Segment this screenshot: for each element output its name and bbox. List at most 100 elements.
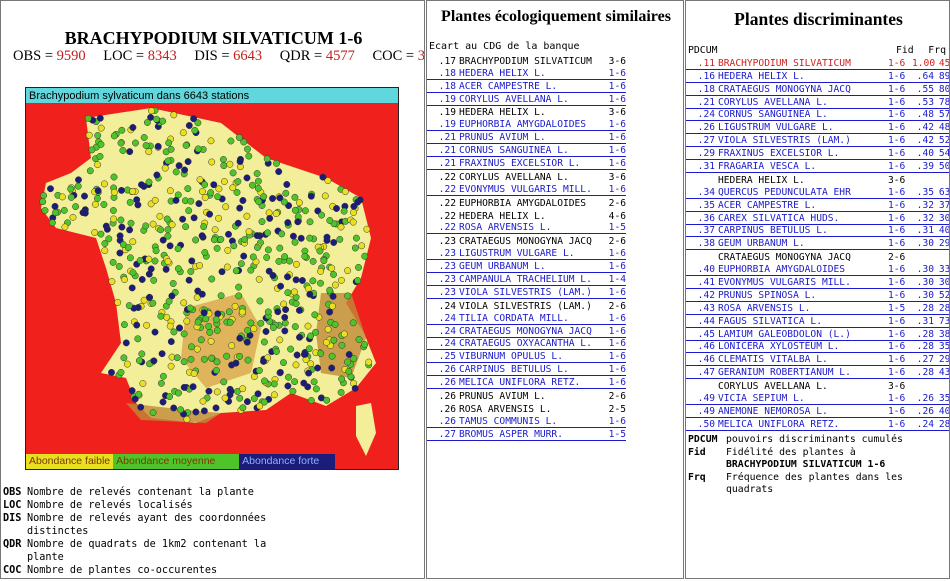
similar-plant-link[interactable]: .23 LIGUSTRUM VULGARE L. 1-6	[427, 248, 626, 261]
discriminant-plant-link[interactable]: .34QUERCUS PEDUNCULATA EHR 1-6 .35 6336	[686, 187, 949, 199]
discriminant-row[interactable]: .44FAGUS SILVATICA L. 1-6 .31 7393	[686, 315, 949, 328]
discriminant-plant-link[interactable]: .16HEDERA HELIX L. 1-6 .64 8924	[686, 71, 949, 83]
similar-row[interactable]: .19 EUPHORBIA AMYGDALOIDES 1-6	[427, 118, 683, 132]
similar-plant-link[interactable]: .23 GEUM URBANUM L. 1-6	[427, 261, 626, 274]
discriminant-plant-link[interactable]: .47GERANIUM ROBERTIANUM L. 1-6 .28 4349	[686, 367, 949, 380]
discriminant-plant-link[interactable]: .40EUPHORBIA AMYGDALOIDES 1-6 .30 3392	[686, 264, 949, 277]
similar-row[interactable]: .21 CORNUS SANGUINEA L. 1-6	[427, 144, 683, 158]
similar-plant-link[interactable]: .25 VIBURNUM OPULUS L. 1-6	[427, 351, 626, 364]
discriminant-row[interactable]: .45LAMIUM GALEOBDOLON (L.) 1-6 .28 3898	[686, 328, 949, 341]
discriminant-row[interactable]: .16HEDERA HELIX L. 1-6 .64 8924	[686, 70, 949, 83]
discriminant-plant-link[interactable]: .18CRATAEGUS MONOGYNA JACQ 1-6 .55 8007	[686, 84, 949, 96]
similar-plant-link[interactable]: .21 CORNUS SANGUINEA L. 1-6	[427, 145, 626, 158]
similar-plant-link[interactable]: .19 CORYLUS AVELLANA L. 1-6	[427, 94, 626, 106]
discriminant-plant-link[interactable]: .50MELICA UNIFLORA RETZ. 1-6 .24 2837	[686, 419, 949, 431]
discriminant-plant-link[interactable]: .11BRACHYPODIUM SILVATICUM 1-6 1.004577	[686, 58, 949, 70]
discriminant-plant-link[interactable]: .26LIGUSTRUM VULGARE L. 1-6 .42 4890	[686, 122, 949, 135]
similar-plant-link[interactable]: .26 CARPINUS BETULUS L. 1-6	[427, 364, 626, 377]
discriminant-row[interactable]: .49VICIA SEPIUM L. 1-6 .26 3571	[686, 392, 949, 406]
discriminant-pdcum	[686, 381, 718, 392]
discriminant-pdcum: .45	[697, 328, 715, 340]
discriminant-plant-link[interactable]: .46LONICERA XYLOSTEUM L. 1-6 .28 3549	[686, 341, 949, 354]
discriminant-row[interactable]: .36CAREX SILVATICA HUDS. 1-6 .32 3085	[686, 212, 949, 225]
discriminant-plant-link[interactable]: .21CORYLUS AVELLANA L. 1-6 .53 7884	[686, 97, 949, 109]
discriminant-plant-link[interactable]: .31FRAGARIA VESCA L. 1-6 .39 5034	[686, 161, 949, 174]
similar-row[interactable]: .24 TILIA CORDATA MILL. 1-6	[427, 312, 683, 325]
discriminant-row[interactable]: .21CORYLUS AVELLANA L. 1-6 .53 7884	[686, 96, 949, 109]
discriminant-row[interactable]: .38GEUM URBANUM L. 1-6 .30 2904	[686, 237, 949, 251]
discriminant-plant-link[interactable]: .27VIOLA SILVESTRIS (LAM.) 1-6 .42 5268	[686, 135, 949, 148]
similar-row[interactable]: .25 VIBURNUM OPULUS L. 1-6	[427, 350, 683, 364]
discriminant-plant-link[interactable]: .42PRUNUS SPINOSA L. 1-6 .30 5211	[686, 290, 949, 302]
discriminant-fid: .40	[916, 148, 934, 160]
discriminant-row[interactable]: .42PRUNUS SPINOSA L. 1-6 .30 5211	[686, 289, 949, 302]
discriminant-row[interactable]: .46CLEMATIS VITALBA L. 1-6 .27 2941	[686, 353, 949, 367]
discriminant-row[interactable]: .50MELICA UNIFLORA RETZ. 1-6 .24 2837	[686, 418, 949, 431]
similar-row[interactable]: .26 TAMUS COMMUNIS L. 1-6	[427, 415, 683, 428]
similar-plant-link[interactable]: .23 VIOLA SILVESTRIS (LAM.) 1-6	[427, 287, 626, 299]
similar-plant-link[interactable]: .22 EVONYMUS VULGARIS MILL. 1-6	[427, 184, 626, 196]
similar-row[interactable]: .26 MELICA UNIFLORA RETZ. 1-6	[427, 376, 683, 390]
discriminant-row[interactable]: .40EUPHORBIA AMYGDALOIDES 1-6 .30 3392	[686, 263, 949, 277]
similar-row[interactable]: .21 FRAXINUS EXCELSIOR L. 1-6	[427, 157, 683, 171]
discriminant-plant-link[interactable]: .43ROSA ARVENSIS L. 1-5 .28 2824	[686, 303, 949, 315]
discriminant-row[interactable]: .49ANEMONE NEMOROSA L. 1-6 .26 4010	[686, 405, 949, 418]
similar-plant-link[interactable]: .24 CRATAEGUS OXYACANTHA L. 1-6	[427, 338, 626, 351]
discriminant-row[interactable]: .43ROSA ARVENSIS L. 1-5 .28 2824	[686, 302, 949, 315]
similar-row[interactable]: .24 CRATAEGUS MONOGYNA JACQ 1-6	[427, 325, 683, 338]
discriminant-row[interactable]: .35ACER CAMPESTRE L. 1-6 .32 3780	[686, 199, 949, 212]
similar-plant-link[interactable]: .18 HEDERA HELIX L. 1-6	[427, 68, 626, 80]
discriminant-plant-link[interactable]: .46CLEMATIS VITALBA L. 1-6 .27 2941	[686, 354, 949, 367]
discriminant-row[interactable]: .11BRACHYPODIUM SILVATICUM 1-6 1.004577	[686, 57, 949, 70]
discriminant-plant-link[interactable]: .35ACER CAMPESTRE L. 1-6 .32 3780	[686, 200, 949, 212]
discriminant-row[interactable]: .26LIGUSTRUM VULGARE L. 1-6 .42 4890	[686, 121, 949, 135]
similar-row[interactable]: .22 EVONYMUS VULGARIS MILL. 1-6	[427, 183, 683, 196]
similar-row[interactable]: .24 CRATAEGUS OXYACANTHA L. 1-6	[427, 338, 683, 351]
discriminant-row[interactable]: .29FRAXINUS EXCELSIOR L. 1-6 .40 5486	[686, 147, 949, 161]
discriminant-row[interactable]: .24CORNUS SANGUINEA L. 1-6 .48 5722	[686, 109, 949, 122]
similar-row[interactable]: .21 PRUNUS AVIUM L. 1-6	[427, 131, 683, 145]
discriminant-plant-link[interactable]: .36CAREX SILVATICA HUDS. 1-6 .32 3085	[686, 213, 949, 225]
similar-row[interactable]: .23 LIGUSTRUM VULGARE L. 1-6	[427, 247, 683, 261]
similar-plant-link[interactable]: .27 BROMUS ASPER MURR. 1-5	[427, 429, 626, 441]
occurrence-dot	[237, 260, 245, 268]
discriminant-plant-link[interactable]: .45LAMIUM GALEOBDOLON (L.) 1-6 .28 3898	[686, 328, 949, 341]
discriminant-row[interactable]: .37CARPINUS BETULUS L. 1-6 .31 4099	[686, 225, 949, 238]
similar-row[interactable]: .22 ROSA ARVENSIS L. 1-5	[427, 222, 683, 235]
similar-row[interactable]: .23 GEUM URBANUM L. 1-6	[427, 260, 683, 274]
similar-row[interactable]: .19 CORYLUS AVELLANA L. 1-6	[427, 93, 683, 106]
similar-plant-link[interactable]: .23 CAMPANULA TRACHELIUM L. 1-4	[427, 274, 626, 287]
discriminant-plant-link[interactable]: .24CORNUS SANGUINEA L. 1-6 .48 5722	[686, 109, 949, 122]
discriminant-row[interactable]: .18CRATAEGUS MONOGYNA JACQ 1-6 .55 8007	[686, 83, 949, 96]
similar-plant-link[interactable]: .18 ACER CAMPESTRE L. 1-6	[427, 81, 626, 93]
similar-plant-link[interactable]: .21 FRAXINUS EXCELSIOR L. 1-6	[427, 158, 626, 171]
similar-row[interactable]: .26 CARPINUS BETULUS L. 1-6	[427, 363, 683, 377]
discriminant-plant-link[interactable]: .41EVONYMUS VULGARIS MILL. 1-6 .30 3092	[686, 277, 949, 290]
discriminant-row[interactable]: .46LONICERA XYLOSTEUM L. 1-6 .28 3549	[686, 341, 949, 354]
discriminant-plant-link[interactable]: .29FRAXINUS EXCELSIOR L. 1-6 .40 5486	[686, 148, 949, 161]
similar-row[interactable]: .18 HEDERA HELIX L. 1-6	[427, 67, 683, 80]
similar-plant-link[interactable]: .26 MELICA UNIFLORA RETZ. 1-6	[427, 377, 626, 390]
similar-plant-link[interactable]: .24 TILIA CORDATA MILL. 1-6	[427, 313, 626, 325]
similar-row[interactable]: .18 ACER CAMPESTRE L. 1-6	[427, 80, 683, 93]
similar-plant-link[interactable]: .19 EUPHORBIA AMYGDALOIDES 1-6	[427, 119, 626, 132]
similar-plant-link[interactable]: .22 ROSA ARVENSIS L. 1-5	[427, 222, 626, 235]
occurrence-dot	[239, 404, 247, 412]
similar-row[interactable]: .23 CAMPANULA TRACHELIUM L. 1-4	[427, 273, 683, 287]
similar-row[interactable]: .23 VIOLA SILVESTRIS (LAM.) 1-6	[427, 286, 683, 299]
discriminant-row[interactable]: .41EVONYMUS VULGARIS MILL. 1-6 .30 3092	[686, 276, 949, 290]
similar-plant-link[interactable]: .21 PRUNUS AVIUM L. 1-6	[427, 132, 626, 145]
discriminant-row[interactable]: .34QUERCUS PEDUNCULATA EHR 1-6 .35 6336	[686, 186, 949, 199]
discriminant-plant-link[interactable]: .38GEUM URBANUM L. 1-6 .30 2904	[686, 238, 949, 251]
discriminant-row[interactable]: .31FRAGARIA VESCA L. 1-6 .39 5034	[686, 160, 949, 174]
discriminant-row[interactable]: .27VIOLA SILVESTRIS (LAM.) 1-6 .42 5268	[686, 134, 949, 148]
similar-row[interactable]: .27 BROMUS ASPER MURR. 1-5	[427, 428, 683, 441]
discriminant-plant-link[interactable]: .44FAGUS SILVATICA L. 1-6 .31 7393	[686, 316, 949, 328]
discriminant-plant-link[interactable]: .49ANEMONE NEMOROSA L. 1-6 .26 4010	[686, 406, 949, 418]
similar-plant-link[interactable]: .26 TAMUS COMMUNIS L. 1-6	[427, 416, 626, 428]
similar-plant-link[interactable]: .24 CRATAEGUS MONOGYNA JACQ 1-6	[427, 326, 626, 338]
discriminant-plant-link[interactable]: .49VICIA SEPIUM L. 1-6 .26 3571	[686, 393, 949, 406]
discriminant-plant-link[interactable]: .37CARPINUS BETULUS L. 1-6 .31 4099	[686, 225, 949, 238]
discriminant-row: HEDERA HELIX L. 3-6	[686, 173, 949, 186]
discriminant-row[interactable]: .47GERANIUM ROBERTIANUM L. 1-6 .28 4349	[686, 366, 949, 380]
